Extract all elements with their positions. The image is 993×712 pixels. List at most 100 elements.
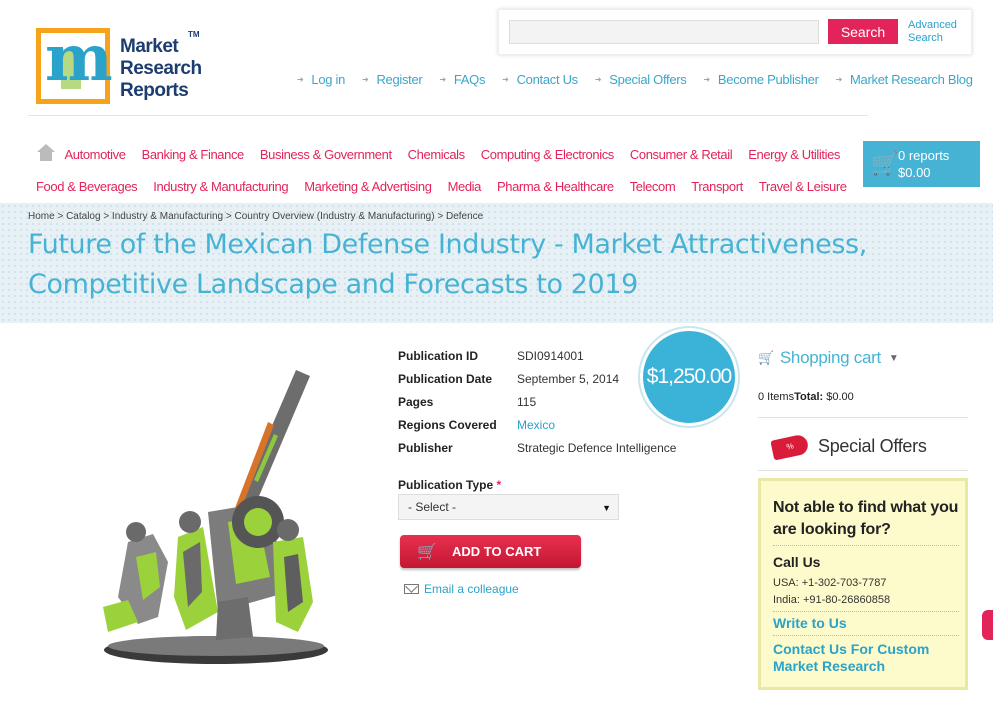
toplink-label: Market Research Blog — [850, 72, 973, 87]
detail-row-regions: Regions Covered Mexico — [398, 413, 676, 436]
home-icon[interactable] — [36, 144, 55, 164]
category-marketing-advertising[interactable]: Marketing & Advertising — [304, 179, 432, 194]
logo-line-2: Research — [120, 58, 202, 79]
toplink-label: Become Publisher — [717, 72, 819, 87]
arrow-right-icon: ➜ — [594, 75, 602, 84]
advanced-search-link[interactable]: Advanced Search — [908, 19, 957, 45]
site-logo[interactable]: m Market Research Reports TM — [36, 27, 216, 108]
category-automotive[interactable]: Automotive — [65, 147, 126, 162]
detail-value: 115 — [517, 394, 537, 409]
shopping-cart-heading[interactable]: 🛒 Shopping cart ▼ — [758, 348, 899, 368]
detail-label: Publication Date — [398, 371, 493, 386]
toplink-special-offers[interactable]: ➜ Special Offers — [595, 72, 687, 87]
logo-mark-letter: m — [45, 21, 113, 96]
category-business-government[interactable]: Business & Government — [260, 147, 392, 162]
detail-value: September 5, 2014 — [517, 371, 620, 386]
category-nav: Automotive Banking & Finance Business & … — [36, 138, 856, 202]
call-us-heading: Call Us — [773, 554, 821, 570]
publication-type-label: Publication Type * — [398, 478, 501, 492]
logo-mark-inner: m — [41, 27, 113, 99]
cart-total: $0.00 — [898, 165, 931, 180]
toplink-contact-us[interactable]: ➜ Contact Us — [502, 72, 578, 87]
email-colleague-label: Email a colleague — [424, 582, 519, 596]
help-question: Not able to find what you are looking fo… — [773, 499, 959, 538]
category-computing-electronics[interactable]: Computing & Electronics — [481, 147, 615, 162]
detail-label: Publication ID — [398, 348, 479, 363]
toplink-label: Contact Us — [516, 72, 579, 87]
arrow-right-icon: ➜ — [703, 75, 711, 84]
toplink-label: FAQs — [453, 72, 486, 87]
search-input[interactable] — [509, 20, 819, 44]
add-to-cart-label: ADD TO CART — [452, 544, 542, 559]
logo-trademark: TM — [188, 30, 200, 39]
select-value: - Select - — [408, 500, 457, 514]
category-pharma-healthcare[interactable]: Pharma & Healthcare — [497, 179, 614, 194]
publication-type-select[interactable]: - Select - ▼ — [398, 494, 619, 520]
help-divider — [773, 545, 959, 546]
cart-icon: 🛒 — [758, 350, 774, 365]
category-transport[interactable]: Transport — [691, 179, 743, 194]
sidebar-divider — [758, 470, 968, 471]
product-image — [98, 362, 330, 674]
category-media[interactable]: Media — [448, 179, 482, 194]
title-band: Home > Catalog > Industry & Manufacturin… — [0, 203, 993, 323]
detail-label: Pages — [398, 394, 434, 409]
write-to-us-link[interactable]: Write to Us — [773, 615, 847, 631]
advanced-search-line-1: Advanced — [908, 19, 957, 31]
toplink-faqs[interactable]: ➜ FAQs — [439, 72, 485, 87]
region-link-mexico[interactable]: Mexico — [517, 418, 555, 432]
category-food-beverages[interactable]: Food & Beverages — [36, 179, 138, 194]
top-links: ➜ Log in ➜ Register ➜ FAQs ➜ Contact Us ➜ Spe… — [297, 72, 990, 87]
arrow-right-icon: ➜ — [362, 75, 369, 84]
category-chemicals[interactable]: Chemicals — [408, 147, 465, 162]
publication-type-text: Publication Type — [398, 478, 494, 492]
toplink-register[interactable]: ➜ Register — [362, 72, 423, 87]
sidebar-divider — [758, 417, 968, 418]
search-panel: Search Advanced Search — [498, 9, 972, 55]
header-divider — [28, 115, 868, 116]
breadcrumb[interactable]: Home > Catalog > Industry & Manufacturin… — [28, 211, 483, 222]
toplink-label: Log in — [311, 72, 346, 87]
logo-line-1: Market — [120, 36, 179, 57]
category-row-1: Automotive Banking & Finance Business & … — [36, 138, 856, 170]
toplink-label: Register — [376, 72, 423, 87]
special-offers-label: Special Offers — [818, 436, 927, 456]
shopping-cart-label: Shopping cart — [779, 348, 881, 367]
shopping-cart-summary: 0 ItemsTotal: $0.00 — [758, 391, 854, 403]
toplink-become-publisher[interactable]: ➜ Become Publisher — [704, 72, 819, 87]
detail-value: Strategic Defence Intelligence — [517, 440, 677, 455]
detail-label: Publisher — [398, 440, 453, 455]
phone-usa: USA: +1-302-703-7787 — [773, 577, 887, 589]
category-consumer-retail[interactable]: Consumer & Retail — [630, 147, 733, 162]
help-divider — [773, 635, 959, 636]
help-divider — [773, 611, 959, 612]
phone-numbers: USA: +1-302-703-7787 India: +91-80-26860… — [773, 575, 890, 609]
header-cart[interactable]: 🛒 0 reports $0.00 — [863, 141, 980, 187]
phone-india: India: +91-80-26860858 — [773, 594, 891, 606]
feedback-tab[interactable] — [982, 610, 993, 640]
logo-text: Market Research Reports — [120, 36, 202, 102]
category-telecom[interactable]: Telecom — [630, 179, 676, 194]
category-industry-manufacturing[interactable]: Industry & Manufacturing — [153, 179, 288, 194]
arrow-right-icon: ➜ — [835, 75, 843, 84]
add-to-cart-button[interactable]: 🛒 ADD TO CART — [400, 535, 581, 568]
product-details: Publication ID SDI0914001 Publication Da… — [398, 344, 676, 459]
required-mark: * — [496, 478, 502, 492]
category-travel-leisure[interactable]: Travel & Leisure — [759, 179, 847, 194]
header-cart-text: 0 reports $0.00 — [898, 147, 949, 181]
page-title: Future of the Mexican Defense Industry -… — [28, 229, 867, 300]
toplink-login[interactable]: ➜ Log in — [297, 72, 345, 87]
email-colleague-link[interactable]: Email a colleague — [404, 582, 519, 596]
special-offers-heading[interactable]: % Special Offers — [770, 432, 927, 461]
detail-value: SDI0914001 — [517, 348, 584, 363]
basket-icon: 🛒 — [417, 543, 437, 561]
advanced-search-line-2: Search — [908, 32, 943, 44]
cart-icon: 🛒 — [871, 151, 899, 176]
category-banking-finance[interactable]: Banking & Finance — [142, 147, 245, 162]
toplink-blog[interactable]: ➜ Market Research Blog — [836, 72, 973, 87]
category-energy-utilities[interactable]: Energy & Utilities — [748, 147, 840, 162]
detail-row-publisher: Publisher Strategic Defence Intelligence — [398, 436, 676, 459]
toplink-label: Special Offers — [609, 72, 687, 87]
custom-research-link[interactable]: Contact Us For Custom Market Research — [773, 641, 965, 675]
search-button[interactable]: Search — [828, 19, 898, 44]
